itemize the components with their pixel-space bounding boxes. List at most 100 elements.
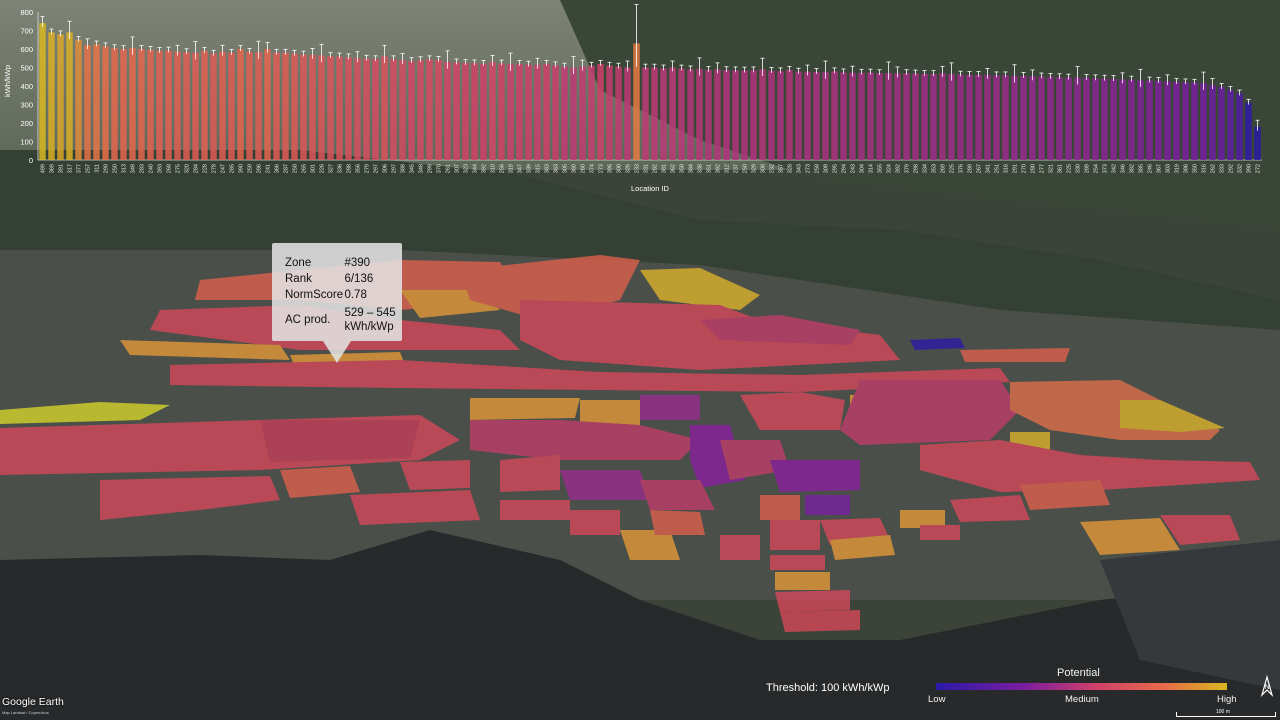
chart-bar[interactable] <box>1038 76 1045 160</box>
chart-bar[interactable] <box>588 65 595 160</box>
chart-bar[interactable] <box>1200 83 1207 160</box>
chart-bar[interactable] <box>120 49 127 160</box>
chart-bar[interactable] <box>471 63 478 161</box>
chart-bar[interactable] <box>84 45 91 160</box>
chart-bar[interactable] <box>1065 77 1072 160</box>
chart-bar[interactable] <box>525 64 532 160</box>
chart-bar[interactable] <box>606 65 613 160</box>
chart-bar[interactable] <box>642 67 649 161</box>
chart-bar[interactable] <box>930 73 937 160</box>
chart-bar[interactable] <box>1128 79 1135 160</box>
chart-bar[interactable] <box>1236 93 1243 160</box>
chart-bar[interactable] <box>849 72 856 160</box>
chart-bar[interactable] <box>57 34 64 161</box>
chart-bar[interactable] <box>516 63 523 160</box>
chart-bar[interactable] <box>1020 75 1027 160</box>
chart-bar[interactable] <box>624 67 631 161</box>
chart-bar[interactable] <box>93 44 100 160</box>
chart-bar[interactable] <box>381 56 388 160</box>
chart-bar[interactable] <box>462 62 469 160</box>
chart-bar[interactable] <box>732 70 739 160</box>
chart-bar[interactable] <box>1011 75 1018 160</box>
chart-bar[interactable] <box>696 68 703 160</box>
chart-bar[interactable] <box>1029 76 1036 160</box>
chart-bar[interactable] <box>138 49 145 160</box>
chart-bar[interactable] <box>1137 80 1144 160</box>
chart-bar[interactable] <box>417 60 424 160</box>
chart-bar[interactable] <box>543 63 550 160</box>
north-arrow-icon[interactable]: N <box>1259 674 1275 699</box>
chart-bar[interactable] <box>1146 80 1153 160</box>
chart-bar[interactable] <box>264 49 271 160</box>
chart-bar[interactable] <box>993 75 1000 160</box>
chart-bar[interactable] <box>957 74 964 160</box>
chart-bar[interactable] <box>705 69 712 160</box>
chart-bar[interactable] <box>552 65 559 160</box>
chart-bar[interactable] <box>822 72 829 160</box>
chart-bar[interactable] <box>1119 79 1126 160</box>
chart-bar[interactable] <box>165 50 172 161</box>
chart-bar[interactable] <box>390 59 397 160</box>
chart-bar[interactable] <box>480 63 487 160</box>
chart-bar[interactable] <box>444 61 451 161</box>
chart-bar[interactable] <box>507 64 514 160</box>
chart-bar[interactable] <box>912 73 919 160</box>
chart-bar[interactable] <box>1245 102 1252 160</box>
chart-bar[interactable] <box>174 51 181 160</box>
chart-bar[interactable] <box>102 46 109 160</box>
chart-bar[interactable] <box>831 71 838 160</box>
chart-bar[interactable] <box>300 54 307 160</box>
chart-bar[interactable] <box>435 59 442 161</box>
chart-bar[interactable] <box>201 50 208 160</box>
chart-bar[interactable] <box>372 59 379 160</box>
chart-bar[interactable] <box>1083 77 1090 160</box>
chart-bar[interactable] <box>1056 77 1063 160</box>
chart-bar[interactable] <box>228 52 235 161</box>
chart-bar[interactable] <box>561 66 568 160</box>
chart-bar[interactable] <box>669 67 676 161</box>
chart-bar[interactable] <box>1074 77 1081 160</box>
chart-bar[interactable] <box>336 56 343 160</box>
chart-bar[interactable] <box>795 71 802 160</box>
chart-bar[interactable] <box>129 48 136 161</box>
chart-bar[interactable] <box>939 73 946 160</box>
chart-bar[interactable] <box>1110 78 1117 160</box>
chart-bar[interactable] <box>426 59 433 160</box>
chart-bar[interactable] <box>1191 82 1198 160</box>
chart-bar[interactable] <box>1173 81 1180 160</box>
chart-bar[interactable] <box>48 32 55 160</box>
chart-bar[interactable] <box>111 48 118 161</box>
chart-bar[interactable] <box>714 69 721 160</box>
chart-bar[interactable] <box>741 70 748 160</box>
chart-bar[interactable] <box>147 49 154 160</box>
chart-bar[interactable] <box>1092 78 1099 160</box>
chart-bar[interactable] <box>867 72 874 160</box>
chart-bar[interactable] <box>984 74 991 160</box>
chart-bar[interactable] <box>192 52 199 161</box>
chart-bar[interactable] <box>660 68 667 160</box>
chart-bar[interactable] <box>219 51 226 160</box>
chart-bar[interactable] <box>651 67 658 161</box>
chart-bar[interactable] <box>255 52 262 160</box>
chart-bar[interactable] <box>723 70 730 160</box>
chart-bar[interactable] <box>534 64 541 160</box>
chart-bar[interactable] <box>363 58 370 161</box>
chart-bar[interactable] <box>273 52 280 161</box>
chart-bar[interactable] <box>354 58 361 160</box>
chart-bar[interactable] <box>453 62 460 160</box>
chart-bar[interactable] <box>768 70 775 160</box>
chart-bar[interactable] <box>327 56 334 160</box>
chart-bar[interactable] <box>678 68 685 160</box>
chart-bar[interactable] <box>1164 81 1171 160</box>
chart-bar[interactable] <box>777 71 784 160</box>
chart-bar[interactable] <box>975 74 982 160</box>
chart-bar[interactable] <box>498 63 505 160</box>
chart-bar[interactable] <box>687 69 694 160</box>
chart-bar[interactable] <box>309 54 316 160</box>
chart-bar[interactable] <box>318 55 325 160</box>
chart-bar[interactable] <box>966 74 973 160</box>
chart-bar[interactable] <box>1155 80 1162 160</box>
chart-bar[interactable] <box>615 66 622 160</box>
chart-bar[interactable] <box>570 67 577 161</box>
chart-bar[interactable] <box>66 32 73 160</box>
